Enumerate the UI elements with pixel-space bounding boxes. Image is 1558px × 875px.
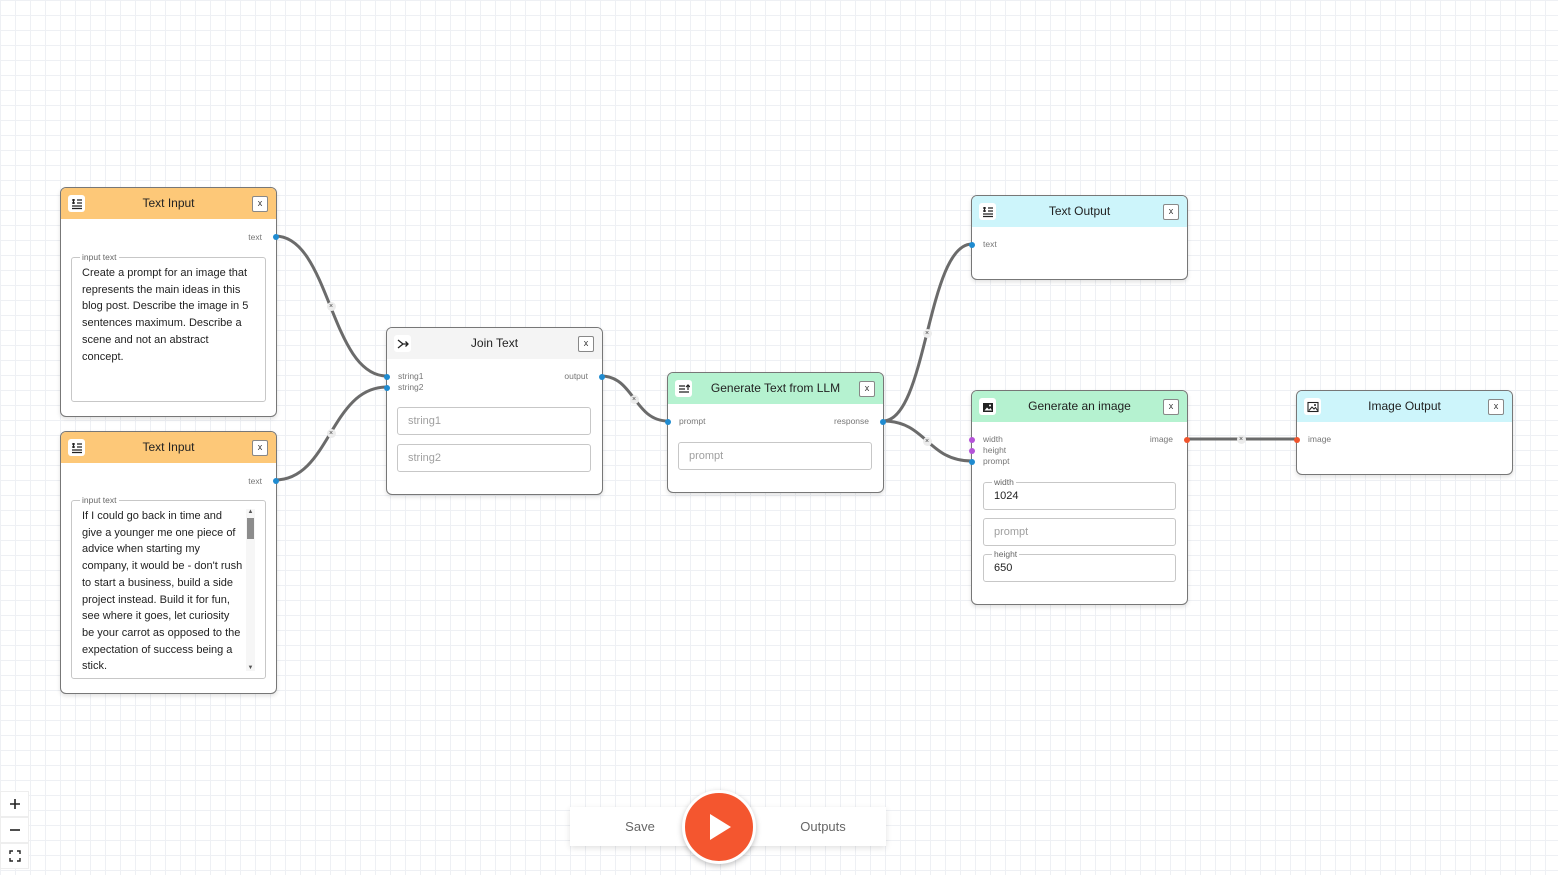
text-input-node[interactable]: Text Input x text input text Create a pr…	[60, 187, 279, 417]
width-value: 1024	[994, 490, 1019, 502]
input-port-text[interactable]	[969, 242, 975, 248]
scroll-up-icon[interactable]: ▲	[246, 509, 255, 515]
close-node-button[interactable]: x	[252, 440, 268, 456]
node-title: Text Input	[142, 196, 195, 210]
input-port-prompt[interactable]	[665, 419, 671, 425]
fit-view-icon	[8, 850, 21, 862]
prompt-input[interactable]: prompt	[678, 442, 872, 470]
node-title: Image Output	[1368, 399, 1441, 413]
input-port-image[interactable]	[1294, 437, 1300, 443]
input-port-label: image	[1308, 434, 1332, 444]
input-port-width[interactable]	[969, 437, 975, 443]
close-node-button[interactable]: x	[1488, 399, 1504, 415]
zoom-in-button[interactable]	[0, 791, 29, 817]
width-input[interactable]: width 1024	[983, 477, 1176, 510]
field-placeholder: string1	[408, 415, 442, 427]
zoom-out-button[interactable]	[0, 817, 29, 843]
node-title: Generate Text from LLM	[710, 381, 841, 395]
llm-node[interactable]: Generate Text from LLM x prompt response…	[665, 372, 886, 493]
string2-input[interactable]: string2	[397, 444, 591, 472]
close-node-button[interactable]: x	[578, 336, 594, 352]
remove-edge-button[interactable]: ×	[1236, 434, 1246, 444]
input-port-string2[interactable]	[384, 385, 390, 391]
node-title: Text Output	[1048, 204, 1111, 218]
input-text-value: Create a prompt for an image that repres…	[82, 267, 249, 363]
remove-edge-button[interactable]: ×	[922, 436, 932, 446]
height-input[interactable]: height 650	[983, 549, 1176, 582]
text-input-node[interactable]: Text Input x text input text If I could …	[60, 431, 279, 694]
prompt-input[interactable]: prompt	[983, 518, 1176, 546]
close-node-button[interactable]: x	[252, 196, 268, 212]
field-legend: input text	[80, 252, 119, 262]
close-node-button[interactable]: x	[859, 381, 875, 397]
input-port-label: width	[983, 434, 1003, 444]
run-button[interactable]	[682, 790, 756, 864]
output-port-label: response	[834, 416, 869, 426]
input-port-label: prompt	[679, 416, 706, 426]
join-text-node[interactable]: Join Text x string1 string2 output strin…	[384, 327, 605, 495]
node-title: Text Input	[142, 440, 195, 454]
scroll-down-icon[interactable]: ▼	[246, 665, 255, 671]
minus-icon	[9, 829, 20, 831]
output-port-output[interactable]	[599, 374, 605, 380]
input-port-label: prompt	[983, 456, 1010, 466]
output-port-image[interactable]	[1184, 437, 1190, 443]
plus-icon	[9, 799, 20, 809]
close-node-button[interactable]: x	[1163, 399, 1179, 415]
output-port-label: image	[1149, 434, 1173, 444]
string1-input[interactable]: string1	[397, 407, 591, 435]
field-legend: width	[992, 477, 1016, 487]
node-header[interactable]: Generate an image x	[972, 391, 1187, 422]
node-title: Join Text	[470, 336, 519, 350]
input-text-area[interactable]: input text If I could go back in time an…	[71, 495, 266, 679]
node-header[interactable]: Join Text x	[387, 328, 602, 359]
fit-view-button[interactable]	[0, 843, 29, 869]
input-port-height[interactable]	[969, 448, 975, 454]
scroll-thumb[interactable]	[247, 518, 254, 539]
node-header[interactable]: Text Output x	[972, 196, 1187, 227]
input-port-string1[interactable]	[384, 374, 390, 380]
remove-edge-button[interactable]: ×	[326, 301, 336, 311]
output-port-label: text	[248, 232, 262, 242]
input-port-label: string1	[398, 371, 424, 381]
text-output-node[interactable]: Text Output x text	[969, 195, 1188, 280]
field-placeholder: prompt	[994, 526, 1029, 538]
close-node-button[interactable]: x	[1163, 204, 1179, 220]
input-text-area[interactable]: input text Create a prompt for an image …	[71, 252, 266, 402]
output-port-response[interactable]	[880, 419, 886, 425]
field-legend: input text	[80, 495, 119, 505]
remove-edge-button[interactable]: ×	[629, 394, 639, 404]
image-output-node[interactable]: Image Output x image	[1294, 390, 1513, 475]
text-scrollbar[interactable]: ▲ ▼	[246, 509, 255, 671]
node-header[interactable]: Text Input x	[61, 188, 276, 219]
play-icon	[710, 814, 731, 840]
image-generate-node[interactable]: Generate an image x width height prompt …	[969, 390, 1190, 605]
field-placeholder: string2	[408, 452, 442, 464]
input-text-value: If I could go back in time and give a yo…	[82, 510, 243, 673]
node-header[interactable]: Text Input x	[61, 432, 276, 463]
node-title: Generate an image	[1028, 399, 1131, 413]
input-port-label: height	[983, 445, 1007, 455]
input-port-prompt[interactable]	[969, 459, 975, 465]
remove-edge-button[interactable]: ×	[922, 328, 932, 338]
output-port-text[interactable]	[273, 478, 279, 484]
height-value: 650	[994, 562, 1013, 574]
output-port-text[interactable]	[273, 234, 279, 240]
input-port-label: text	[983, 239, 997, 249]
node-header[interactable]: Generate Text from LLM x	[668, 373, 883, 404]
remove-edge-button[interactable]: ×	[326, 428, 336, 438]
field-legend: height	[992, 549, 1020, 559]
output-port-label: text	[248, 476, 262, 486]
output-port-label: output	[564, 371, 588, 381]
node-header[interactable]: Image Output x	[1297, 391, 1512, 422]
input-port-label: string2	[398, 382, 424, 392]
field-placeholder: prompt	[689, 450, 724, 462]
